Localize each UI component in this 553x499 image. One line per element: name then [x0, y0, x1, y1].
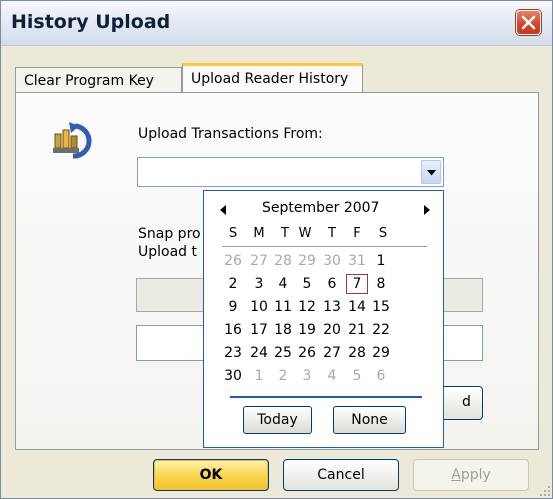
- apply-button: Apply: [413, 459, 529, 491]
- calendar-day[interactable]: 12: [296, 297, 318, 317]
- calendar-day[interactable]: 20: [321, 320, 343, 340]
- tab-label: Clear Program Key: [24, 73, 154, 89]
- weekday-label: T: [328, 226, 336, 241]
- calendar-day[interactable]: 25: [272, 343, 294, 363]
- calendar-divider: [230, 396, 422, 398]
- calendar-day[interactable]: 10: [248, 297, 270, 317]
- calendar-day[interactable]: 6: [321, 274, 343, 294]
- calendar-day[interactable]: 1: [248, 366, 270, 386]
- calendar-day[interactable]: 24: [248, 343, 270, 363]
- calendar-day[interactable]: 21: [346, 320, 368, 340]
- chevron-down-icon: [427, 170, 436, 176]
- weekday-label: S: [378, 226, 388, 241]
- apply-button-label: Apply: [451, 467, 491, 483]
- next-month-icon[interactable]: [424, 203, 430, 219]
- weekday-label: T: [281, 226, 289, 241]
- tab-clear-program-key[interactable]: Clear Program Key: [15, 67, 182, 93]
- history-upload-window: History Upload Clear Program Key Upload …: [0, 0, 553, 499]
- calendar-day[interactable]: 26: [222, 251, 244, 271]
- calendar-day[interactable]: 27: [248, 251, 270, 271]
- calendar-day[interactable]: 27: [321, 343, 343, 363]
- calendar-day[interactable]: 16: [222, 320, 244, 340]
- resize-grip-icon[interactable]: [539, 485, 551, 497]
- calendar-day[interactable]: 5: [296, 274, 318, 294]
- weekday-label: F: [353, 226, 361, 241]
- calendar-day[interactable]: 2: [222, 274, 244, 294]
- calendar-day[interactable]: 17: [248, 320, 270, 340]
- calendar-day[interactable]: 9: [222, 297, 244, 317]
- calendar-day[interactable]: 11: [272, 297, 294, 317]
- cancel-button[interactable]: Cancel: [283, 459, 399, 491]
- tab-upload-reader-history[interactable]: Upload Reader History: [182, 63, 363, 93]
- calendar-day[interactable]: 30: [321, 251, 343, 271]
- calendar-day[interactable]: 14: [346, 297, 368, 317]
- calendar-day[interactable]: 28: [272, 251, 294, 271]
- close-icon: [521, 15, 536, 30]
- ok-button[interactable]: OK: [153, 459, 269, 491]
- calendar-day[interactable]: 2: [272, 366, 294, 386]
- upload-button-label: d: [462, 394, 471, 410]
- title-bar: History Upload: [1, 1, 552, 46]
- calendar-day[interactable]: 29: [296, 251, 318, 271]
- window-title: History Upload: [11, 11, 171, 33]
- weekday-label: W: [298, 226, 312, 241]
- calendar-day[interactable]: 22: [370, 320, 392, 340]
- today-button[interactable]: Today: [243, 406, 312, 434]
- weekday-label: M: [253, 226, 265, 241]
- calendar-day[interactable]: 4: [272, 274, 294, 294]
- prev-month-icon[interactable]: [220, 203, 226, 219]
- tab-label: Upload Reader History: [191, 71, 349, 87]
- calendar-day[interactable]: 3: [248, 274, 270, 294]
- calendar-day[interactable]: 6: [370, 366, 392, 386]
- date-picker-popup: September 2007 S M T W T F S 26 27 28 29 30 3…: [203, 190, 444, 448]
- dropdown-button[interactable]: [421, 160, 441, 184]
- calendar-day[interactable]: 26: [296, 343, 318, 363]
- calendar-day[interactable]: 1: [370, 251, 392, 271]
- month-label: September 2007: [262, 200, 380, 216]
- upload-to-label: Upload t: [138, 244, 197, 260]
- calendar-day[interactable]: 13: [321, 297, 343, 317]
- calendar-day[interactable]: 23: [222, 343, 244, 363]
- calendar-day[interactable]: 7: [346, 274, 368, 294]
- calendar-day[interactable]: 29: [370, 343, 392, 363]
- from-label: Upload Transactions From:: [138, 126, 323, 142]
- calendar-day[interactable]: 28: [346, 343, 368, 363]
- calendar-day[interactable]: 8: [370, 274, 392, 294]
- from-date-combobox[interactable]: [137, 157, 444, 187]
- close-button[interactable]: [516, 10, 541, 35]
- weekday-label: S: [228, 226, 238, 241]
- calendar-day[interactable]: 30: [222, 366, 244, 386]
- calendar-day[interactable]: 19: [296, 320, 318, 340]
- calendar-day[interactable]: 31: [346, 251, 368, 271]
- none-button[interactable]: None: [333, 406, 406, 434]
- calendar-day[interactable]: 5: [346, 366, 368, 386]
- calendar-day[interactable]: 18: [272, 320, 294, 340]
- calendar-day[interactable]: 4: [321, 366, 343, 386]
- calendar-day[interactable]: 3: [296, 366, 318, 386]
- calendar-day[interactable]: 15: [370, 297, 392, 317]
- weekday-divider: [222, 246, 427, 247]
- snap-label: Snap pro: [138, 226, 201, 242]
- upload-history-icon: [49, 120, 99, 170]
